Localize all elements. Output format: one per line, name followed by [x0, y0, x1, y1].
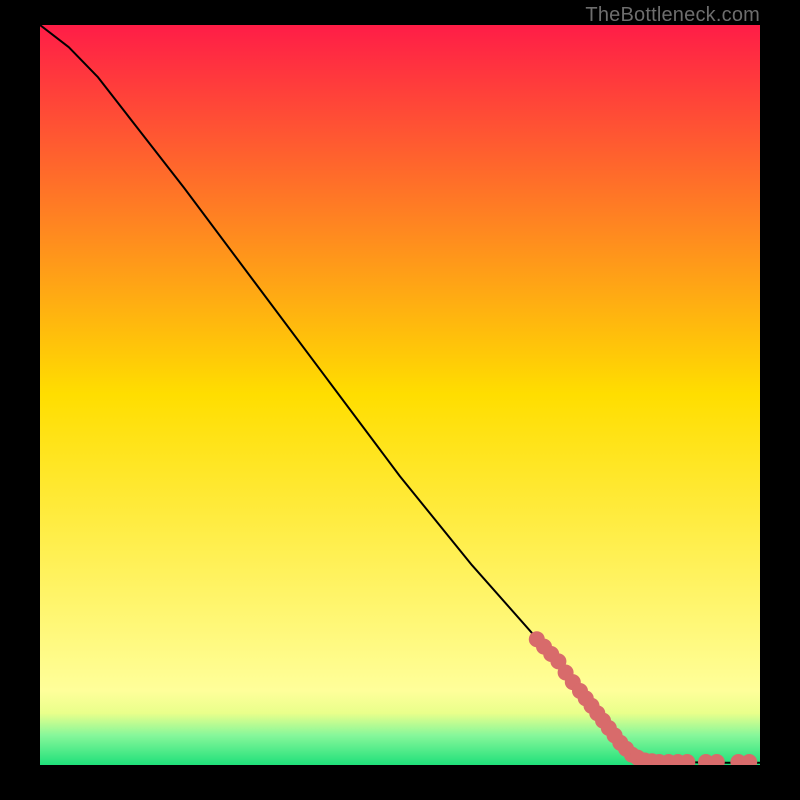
watermark-text: TheBottleneck.com — [585, 4, 760, 27]
chart-svg — [40, 25, 760, 765]
plot-area — [40, 25, 760, 765]
chart-stage: TheBottleneck.com — [0, 0, 800, 800]
gradient-background — [40, 25, 760, 765]
